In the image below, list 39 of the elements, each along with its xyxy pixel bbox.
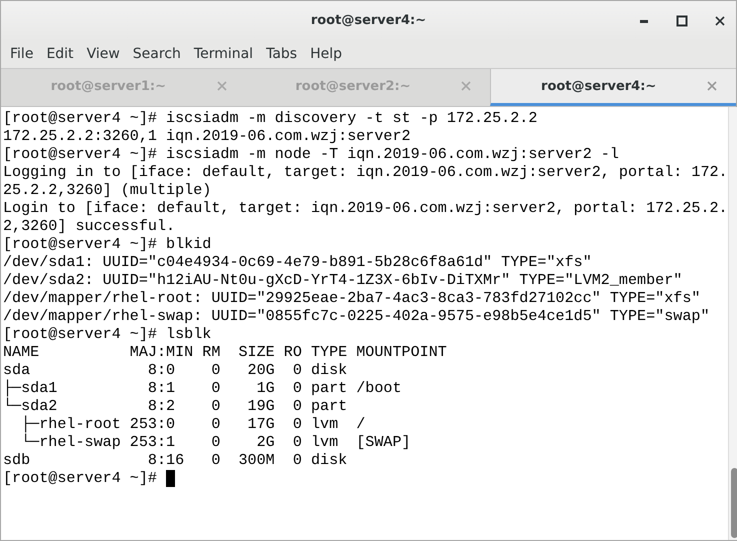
terminal-prompt: [root@server4 ~]# [3,469,158,487]
minimize-icon [640,20,648,22]
menu-item[interactable]: Terminal [188,46,262,62]
close-tab-icon[interactable] [216,80,228,92]
menu-item[interactable]: Search [128,46,189,62]
close-tab-icon[interactable] [706,80,718,92]
terminal-line: Logging in to [iface: default, target: iqn.2019-06.com.wzj:server2, portal: 172. [3,163,728,181]
terminal-line: [root@server4 ~]# blkid [3,235,212,253]
menu-item[interactable]: Tabs [261,46,306,62]
terminal-line: /dev/sda2: UUID="h12iAU-Nt0u-gXcD-YrT4-1Z3X-6bIv-DiTXMr" TYPE="LVM2_member" [3,271,684,289]
maximize-icon [676,15,688,27]
terminal-tab[interactable]: root@server4:~ [490,69,736,106]
terminal-line: sda 8:0 0 20G 0 disk [3,361,348,379]
maximize-button[interactable] [674,13,690,29]
terminal-line: [root@server4 ~]# lsblk [3,325,212,343]
window-title: root@server4:~ [310,13,426,28]
scrollbar[interactable] [728,107,737,540]
terminal-line: └─sda2 8:2 0 19G 0 part [3,397,348,415]
text-cursor [166,470,176,486]
scrollbar-thumb[interactable] [730,468,737,538]
terminal-line: /dev/mapper/rhel-root: UUID="29925eae-2ba7-4ac3-8ca3-783fd27102cc" TYPE="xfs" [3,289,702,307]
terminal-line: └─rhel-swap 253:1 0 2G 0 lvm [SWAP] [20,433,412,451]
terminal-line: /dev/sda1: UUID="c04e4934-0c69-4e79-b891-5b28c6f8a61d" TYPE="xfs" [3,253,593,271]
menu-item[interactable]: View [82,46,128,62]
terminal-line: Login to [iface: default, target: iqn.2019-06.com.wzj:server2, portal: 172.25.2. [3,199,728,217]
terminal-line: 172.25.2.2:3260,1 iqn.2019-06.com.wzj:server2 [3,127,412,145]
terminal-line: /dev/mapper/rhel-swap: UUID="0855fc7c-0225-402a-9575-e98b5e4ce1d5" TYPE="swap" [3,307,711,325]
menu-item[interactable]: Help [305,46,350,62]
terminal-line: 25.2.2,3260] (multiple) [3,181,212,199]
menu-item[interactable]: Edit [41,46,82,62]
close-tab-icon[interactable] [460,80,472,92]
terminal-line: 2,3260] successful. [3,217,176,235]
terminal-line: [root@server4 ~]# iscsiadm -m node -T iqn.2019-06.com.wzj:server2 -l [3,145,620,163]
terminal-line: ├─rhel-root 253:0 0 17G 0 lvm / [20,415,366,433]
terminal-line: ├─sda1 8:1 0 1G 0 part /boot [3,379,403,397]
terminal-line: sdb 8:16 0 300M 0 disk [3,451,348,469]
terminal-line: [root@server4 ~]# iscsiadm -m discovery -t st -p 172.25.2.2 [3,109,538,127]
menu-item[interactable]: File [5,46,42,62]
terminal-line: NAME MAJ:MIN RM SIZE RO TYPE MOUNTPOINT [3,343,448,361]
